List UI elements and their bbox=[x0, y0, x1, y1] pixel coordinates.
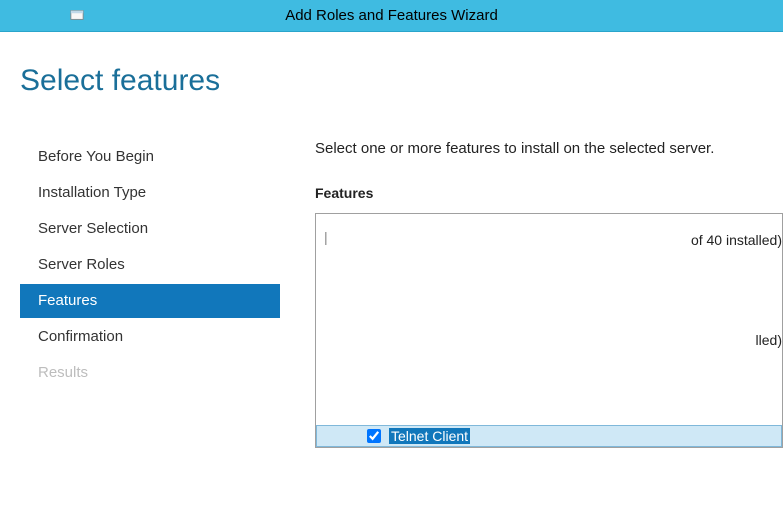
feature-checkbox-telnet-client[interactable] bbox=[367, 429, 381, 443]
sidebar-item-label: Installation Type bbox=[38, 184, 146, 201]
page-title: Select features bbox=[0, 32, 783, 98]
main-panel: Select one or more features to install o… bbox=[280, 140, 783, 448]
sidebar-item-label: Before You Begin bbox=[38, 148, 154, 165]
sidebar-item-installation-type[interactable]: Installation Type bbox=[20, 176, 280, 210]
features-heading: Features bbox=[315, 185, 783, 201]
installed-count-fragment: of 40 installed) bbox=[691, 232, 782, 248]
wizard-steps-sidebar: Before You Begin Installation Type Serve… bbox=[0, 140, 280, 448]
sidebar-item-label: Results bbox=[38, 364, 88, 381]
window-title: Add Roles and Features Wizard bbox=[285, 7, 498, 24]
feature-row-telnet-client[interactable]: Telnet Client bbox=[316, 425, 782, 447]
text-caret-indicator: | bbox=[324, 230, 328, 244]
app-icon bbox=[70, 8, 84, 22]
sidebar-item-before-you-begin[interactable]: Before You Begin bbox=[20, 140, 280, 174]
sidebar-item-results: Results bbox=[20, 356, 280, 390]
content-area: Before You Begin Installation Type Serve… bbox=[0, 140, 783, 448]
installed-status-fragment: lled) bbox=[756, 332, 782, 348]
titlebar: Add Roles and Features Wizard bbox=[0, 0, 783, 32]
sidebar-item-features[interactable]: Features bbox=[20, 284, 280, 318]
sidebar-item-label: Features bbox=[38, 292, 97, 309]
feature-label-telnet-client: Telnet Client bbox=[389, 428, 470, 444]
sidebar-item-server-roles[interactable]: Server Roles bbox=[20, 248, 280, 282]
sidebar-item-label: Server Roles bbox=[38, 256, 125, 273]
sidebar-item-label: Confirmation bbox=[38, 328, 123, 345]
sidebar-item-label: Server Selection bbox=[38, 220, 148, 237]
instruction-text: Select one or more features to install o… bbox=[315, 140, 783, 157]
features-listbox[interactable]: | of 40 installed) lled) | Telnet Client bbox=[315, 213, 783, 448]
sidebar-item-server-selection[interactable]: Server Selection bbox=[20, 212, 280, 246]
sidebar-item-confirmation[interactable]: Confirmation bbox=[20, 320, 280, 354]
